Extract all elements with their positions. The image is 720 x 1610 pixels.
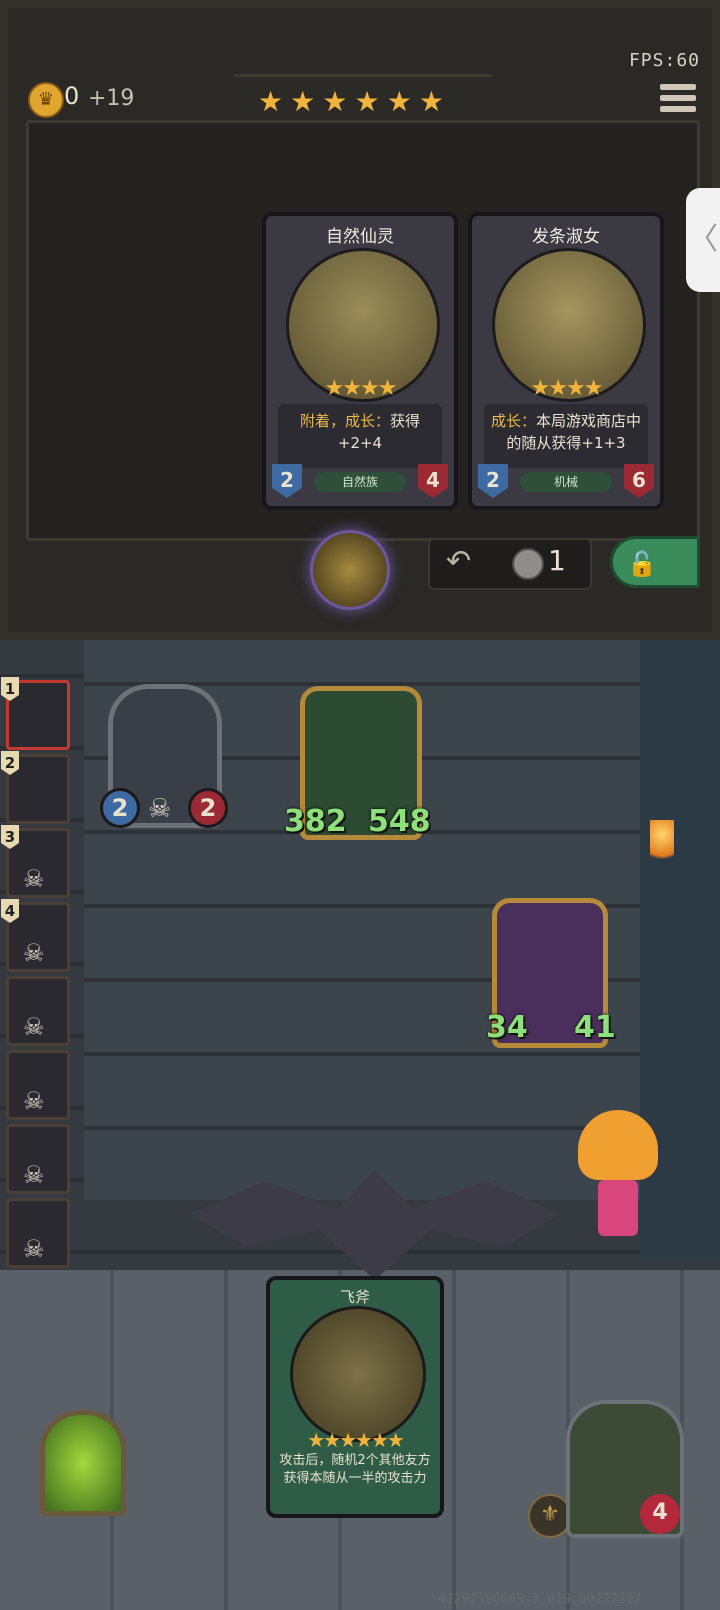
health-badge: 4 [418,464,448,498]
health-value: 548 [368,804,431,839]
hero-hair [578,1110,658,1180]
gold-coin-icon: ♛ [28,82,64,118]
star-icon: ★ [386,85,412,118]
torch-icon [650,820,674,868]
undo-arrow-icon: ↶ [446,544,472,579]
star-icon: ★ [290,85,316,118]
card-description: 附着，成长：获得+2+4 [278,404,442,468]
card-name: 发条淑女 [532,227,600,247]
star-icon: ★ [354,85,380,118]
fps-counter: FPS:60 [628,50,700,71]
skull-icon: ☠ [148,794,172,824]
health-value: 41 [574,1010,616,1045]
turn-order-slot[interactable]: ☠ [6,1124,70,1194]
attack-value: 34 [486,1010,528,1045]
silver-coin-icon [512,548,544,580]
turn-order-slot[interactable]: ☠ [6,1050,70,1120]
menu-line [660,84,696,90]
turn-order-slot[interactable]: ☠ [6,976,70,1046]
pocket-watch-button[interactable] [310,530,390,610]
tribe-label: 自然族 [314,472,406,492]
tavern-star-rating: ★ ★ ★ ★ ★ ★ [258,88,444,116]
gold-income: +19 [88,86,135,111]
card-description: 攻击后，随机2个其他友方获得本随从一半的攻击力 [279,1453,431,1486]
game-seed: 42292390069.3.019.09222217 [438,1592,642,1607]
card-description: 成长：本局游戏商店中的随从获得+1+3 [484,404,648,468]
menu-line [660,106,696,112]
menu-button[interactable] [660,84,696,116]
card-keyword: 附着，成长： [299,412,390,430]
card-name: 自然仙灵 [326,227,394,247]
card-star-rating: ★★★★ [530,376,604,401]
attack-badge: 2 [478,464,508,498]
card-star-rating: ★★★★★★ [307,1428,405,1452]
card-portrait [290,1306,426,1442]
health-badge: 6 [624,464,654,498]
skull-icon: ☠ [23,1161,45,1189]
gold-amount: 0 [64,82,80,110]
attack-badge: 2 [100,788,140,828]
shop-card-nature-fairy[interactable]: 自然仙灵 ★★★★ 附着，成长：获得+2+4 2 自然族 4 [262,212,458,510]
skull-icon: ☠ [23,1087,45,1115]
health-badge: 2 [188,788,228,828]
skull-icon: ☠ [23,1235,45,1263]
menu-line [660,95,696,101]
side-drawer-tab[interactable]: 〈 [686,188,720,292]
padlock-icon: 🔓 [627,550,657,578]
hero-health: 4 [640,1494,680,1534]
hero-character [570,1100,670,1280]
star-icon: ★ [258,85,284,118]
lock-shop-button[interactable]: 🔓 [610,536,700,588]
attack-badge: 2 [272,464,302,498]
turn-order-slot[interactable]: ☠ [6,1198,70,1268]
turn-order-slot[interactable]: 4 ☠ [1,899,70,972]
star-icon: ★ [418,85,444,118]
turn-order-slot[interactable]: 2 [1,751,70,824]
card-star-rating: ★★★★ [324,376,398,401]
turn-order-slot[interactable]: 3 ☠ [1,825,70,898]
reroll-cost: 1 [548,544,566,577]
shop-card-clockwork-lady[interactable]: 发条淑女 ★★★★ 成长：本局游戏商店中的随从获得+1+3 2 机械 6 [468,212,664,510]
attack-value: 382 [284,804,347,839]
skull-icon: ☠ [23,1013,45,1041]
portal-button[interactable] [40,1410,126,1516]
hero-body [598,1180,638,1236]
tribe-label: 机械 [520,472,612,492]
hand-card-flying-axe[interactable]: 飞斧 ★★★★★★ 攻击后，随机2个其他友方获得本随从一半的攻击力 [266,1276,444,1518]
card-keyword: 成长： [490,412,536,430]
skull-icon: ☠ [23,865,45,893]
skull-icon: ☠ [23,939,45,967]
star-icon: ★ [322,85,348,118]
card-name: 飞斧 [339,1288,370,1306]
turn-order-slot[interactable]: 1 [1,677,70,750]
